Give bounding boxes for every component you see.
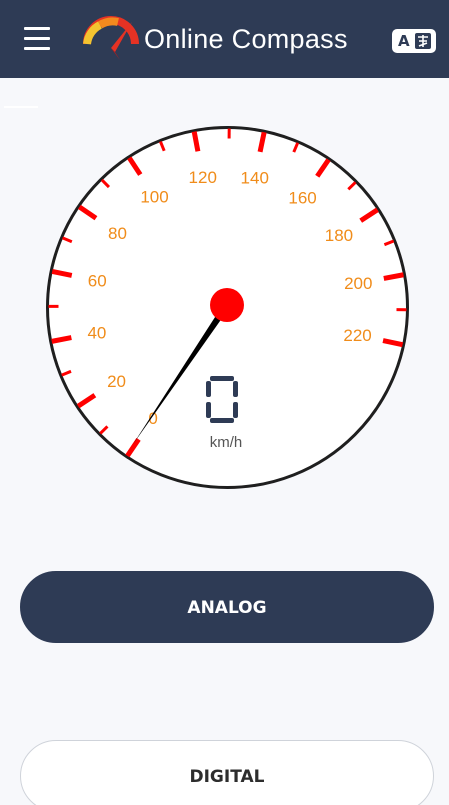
tick-label: 60 [88,272,107,291]
tick-label: 80 [108,224,127,243]
tick-label: 20 [107,372,126,391]
tick-label: 100 [140,187,168,206]
speed-readout: 0 [194,372,238,423]
app-header: Online Compass A [0,0,449,78]
translate-button[interactable]: A [392,29,436,53]
digital-button[interactable]: DIGITAL [20,740,434,805]
tick-label: 40 [87,324,106,343]
speed-unit: km/h [209,434,243,451]
translate-label: A [398,32,410,50]
tick-label: 180 [325,226,353,245]
tick-label: 160 [288,189,316,208]
tick-label: 220 [343,326,371,345]
tick-label: 120 [189,168,217,187]
hamburger-menu-icon[interactable] [22,24,54,54]
tick-label: 140 [241,168,269,187]
tick-label: 200 [344,274,372,293]
translate-icon [415,33,431,49]
app-title: Online Compass [144,24,348,54]
speedometer-logo-icon [83,16,139,60]
menu-line [24,27,50,30]
menu-line [24,47,50,50]
gauge-hub [210,288,244,322]
speed-value-text: 0 [194,372,195,373]
tick-label: 0 [148,409,157,428]
analog-button[interactable]: ANALOG [20,571,434,643]
menu-line [24,37,50,40]
side-divider [4,106,38,108]
